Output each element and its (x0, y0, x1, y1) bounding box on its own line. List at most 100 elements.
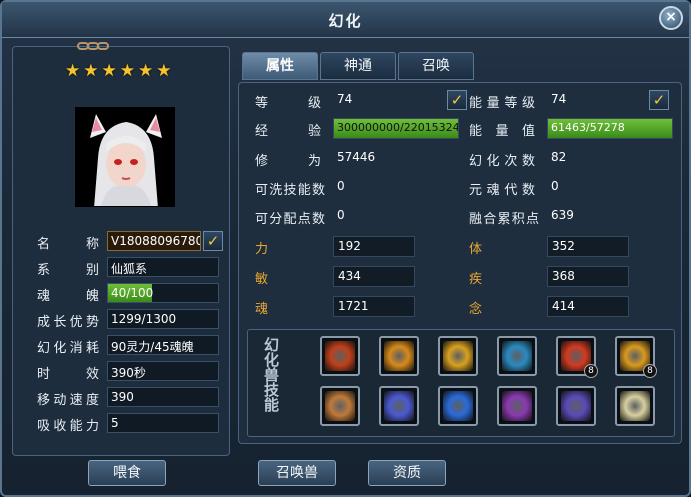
tab-summon[interactable]: 召唤 (398, 52, 474, 80)
attr-label: 幻化次数 (469, 154, 535, 169)
attr-body: 体 352 (469, 235, 679, 259)
attr-cultivation: 修为 57446 (255, 147, 465, 171)
attr-soul: 魂 1721 (255, 295, 465, 319)
stat-row-name: 名称 V18088096780 ✓ (37, 231, 223, 252)
attr-washable-skills: 可洗技能数 0 (255, 176, 465, 200)
title-bar: 幻化 × (2, 2, 689, 38)
stat-row-soul: 魂魄 40/100 (37, 283, 223, 304)
skill-slot[interactable] (438, 386, 478, 426)
tab-attributes[interactable]: 属性 (242, 52, 318, 80)
skill-level-badge: 8 (584, 364, 598, 378)
skill-slot[interactable] (438, 336, 478, 376)
skill-slot[interactable]: 8 (615, 336, 657, 378)
pet-avatar (75, 107, 175, 207)
soul-bar: 40/100 (107, 283, 219, 303)
tab-abilities[interactable]: 神通 (320, 52, 396, 80)
skills-title: 幻化兽技能 (264, 336, 280, 414)
skill-slot[interactable] (497, 386, 537, 426)
attr-energy-level: 能量等级 74 ✓ (469, 89, 679, 113)
stat-label: 魂魄 (37, 289, 99, 304)
stat-row-element: 系别 仙狐系 (37, 257, 223, 278)
skill-slot[interactable] (497, 336, 537, 376)
stat-label: 幻化消耗 (37, 341, 99, 356)
skill-slot[interactable]: 8 (556, 336, 598, 378)
purple-star-skill-icon (502, 391, 532, 421)
attr-label: 能量等级 (469, 96, 535, 111)
star-icon: ★ (83, 61, 99, 81)
attr-label: 等级 (255, 96, 321, 111)
skill-slot[interactable] (615, 386, 655, 426)
attr-label: 修为 (255, 154, 321, 169)
exp-bar: 300000000/220153248 (333, 118, 459, 139)
light-orb-skill-icon (620, 391, 650, 421)
feed-button[interactable]: 喂食 (88, 460, 166, 486)
attr-label: 可洗技能数 (255, 183, 325, 198)
star-icon: ★ (119, 61, 135, 81)
skills-box: 幻化兽技能 8 8 (247, 329, 675, 437)
skill-slot[interactable] (320, 336, 360, 376)
stat-label: 吸收能力 (37, 419, 99, 434)
stat-value: 5 (107, 413, 219, 433)
attr-exp: 经验 300000000/220153248 (255, 117, 465, 141)
attr-label: 体 (469, 242, 483, 257)
attr-value: 639 (551, 208, 574, 222)
transform-window: 幻化 × ★ ★ ★ ★ ★ ★ 名称 V18088096780 ✓ 系别 仙狐… (0, 0, 691, 497)
attr-soul-generation: 元魂代数 0 (469, 176, 679, 200)
attr-value: 434 (333, 266, 415, 287)
aptitude-button[interactable]: 资质 (368, 460, 446, 486)
blue-rune-skill-icon (443, 391, 473, 421)
flame-wave-skill-icon (443, 341, 473, 371)
energy-level-confirm-button[interactable]: ✓ (649, 90, 669, 110)
attr-value: 82 (551, 150, 567, 164)
attr-value: 74 (337, 92, 353, 106)
stat-row-cost: 幻化消耗 90灵力/45魂魄 (37, 335, 223, 356)
stat-row-absorb: 吸收能力 5 (37, 413, 223, 434)
attr-label: 疾 (469, 272, 483, 287)
star-icon: ★ (65, 61, 81, 81)
attr-value: 352 (547, 236, 629, 257)
stat-label: 名称 (37, 237, 99, 252)
rename-confirm-button[interactable]: ✓ (203, 231, 223, 251)
orange-sigil-skill-icon (325, 391, 355, 421)
pet-name-field[interactable]: V18088096780 (107, 231, 201, 251)
skill-slot[interactable] (379, 336, 419, 376)
skill-slot[interactable] (320, 386, 360, 426)
attr-value: 414 (547, 296, 629, 317)
attr-value: 0 (337, 179, 345, 193)
swirl-skill-icon (325, 341, 355, 371)
attr-label: 元魂代数 (469, 183, 535, 198)
star-icon: ★ (156, 61, 172, 81)
stat-value: 390 (107, 387, 219, 407)
fire-slash-skill-icon (384, 341, 414, 371)
attr-value: 74 (551, 92, 567, 106)
blue-seal-skill-icon (384, 391, 414, 421)
stat-value: 仙狐系 (107, 257, 219, 277)
skill-level-badge: 8 (643, 364, 657, 378)
attr-label: 敏 (255, 272, 269, 287)
attr-label: 能量值 (469, 124, 535, 139)
attr-fusion-points: 融合累积点 639 (469, 205, 679, 229)
skill-slot[interactable] (556, 386, 596, 426)
exp-bar-text: 300000000/220153248 (337, 121, 459, 134)
attr-value: 0 (551, 179, 559, 193)
attr-level: 等级 74 ✓ (255, 89, 467, 113)
stat-row-growth: 成长优势 1299/1300 (37, 309, 223, 330)
star-icon: ★ (138, 61, 154, 81)
close-button[interactable]: × (659, 6, 683, 30)
attr-label: 魂 (255, 302, 269, 317)
energy-bar: 61463/57278 (547, 118, 673, 139)
skill-slot[interactable] (379, 386, 419, 426)
attr-swift: 疾 368 (469, 265, 679, 289)
pet-info-panel: ★ ★ ★ ★ ★ ★ 名称 V18088096780 ✓ 系别 仙狐系 魂魄 … (12, 42, 230, 456)
attr-agility: 敏 434 (255, 265, 465, 289)
attr-value: 1721 (333, 296, 415, 317)
attr-label: 念 (469, 302, 483, 317)
soul-bar-text: 40/100 (111, 286, 154, 300)
attr-mind: 念 414 (469, 295, 679, 319)
level-confirm-button[interactable]: ✓ (447, 90, 467, 110)
attr-power: 力 192 (255, 235, 465, 259)
summon-button[interactable]: 召唤兽 (258, 460, 336, 486)
attr-value: 192 (333, 236, 415, 257)
attr-energy: 能量值 61463/57278 (469, 117, 679, 141)
stat-label: 系别 (37, 263, 99, 278)
